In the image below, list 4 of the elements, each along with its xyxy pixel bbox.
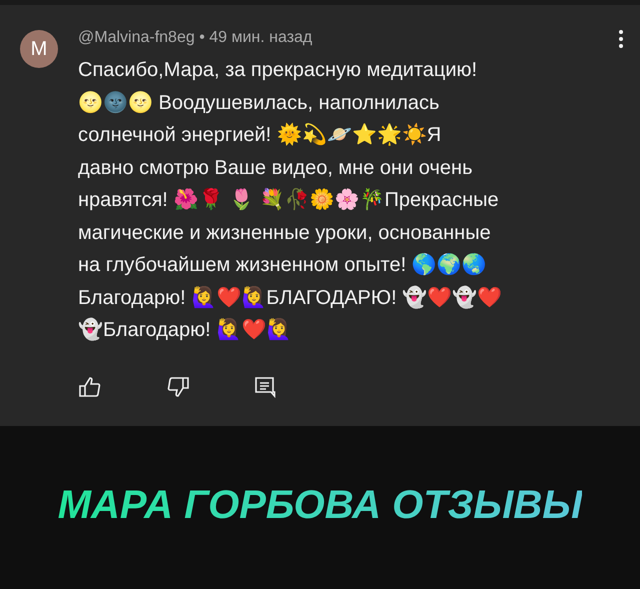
comment-text: Спасибо,Мара, за прекрасную медитацию! 🌝🌚🌝 Воодушевилась, наполнилась солнечной энергией! 🌞💫🪐⭐🌟☀Я давно смотрю Ваше видео, мне они очень нравятся! 🌺🌹 🌷 💐🥀🌼🌸🎋Прекрасные магические и жизненные уроки, основанные на глубочайшем жизненном опыте! 🌎🌍🌏 Благодарю! 🙋‍♀❤🙋‍♀БЛАГОДАРЮ! 👻❤👻❤ 👻Благодарю! 🙋‍♀❤🙋‍♀ — [78, 58, 504, 343]
more-options-icon[interactable] — [618, 27, 624, 51]
comment-meta: @Malvina-fn8eg • 49 мин. назад — [78, 28, 312, 48]
avatar[interactable]: M — [20, 30, 58, 68]
